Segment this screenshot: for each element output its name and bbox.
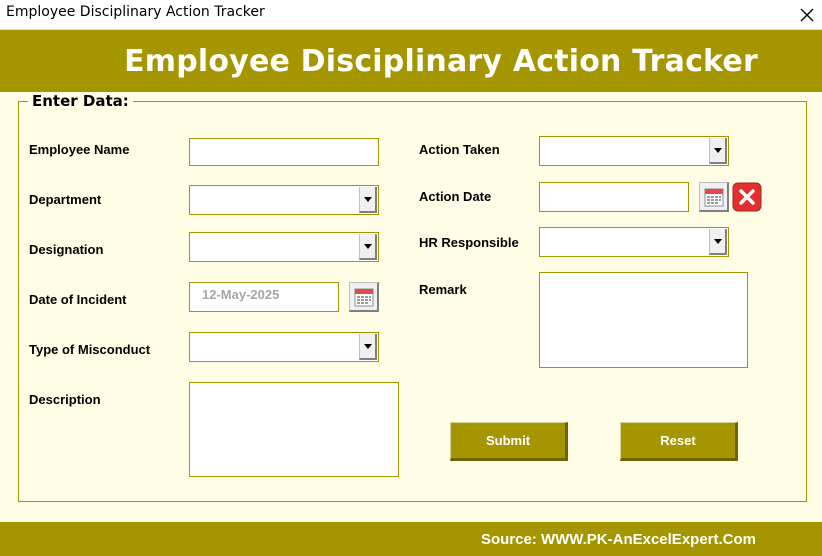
type-of-misconduct-label: Type of Misconduct — [29, 342, 151, 357]
action-taken-label: Action Taken — [419, 142, 500, 157]
chevron-down-icon — [713, 238, 722, 244]
chevron-down-icon — [713, 147, 722, 153]
submit-button[interactable]: Submit — [450, 422, 568, 461]
type-of-misconduct-dropdown[interactable] — [189, 332, 379, 362]
window-title: Employee Disciplinary Action Tracker — [6, 4, 265, 20]
type-of-misconduct-dropdown-arrow[interactable] — [359, 334, 377, 360]
chevron-down-icon — [363, 343, 372, 349]
remark-textarea[interactable] — [539, 272, 748, 368]
employee-name-label: Employee Name — [29, 142, 130, 157]
action-date-input[interactable] — [539, 182, 689, 212]
description-textarea[interactable] — [189, 382, 399, 477]
close-icon — [800, 8, 814, 22]
hr-responsible-label: HR Responsible — [419, 235, 519, 250]
page-title: Employee Disciplinary Action Tracker — [124, 43, 758, 79]
designation-dropdown[interactable] — [189, 232, 379, 262]
remark-label: Remark — [419, 282, 467, 297]
employee-name-input[interactable] — [189, 138, 379, 166]
description-label: Description — [29, 392, 101, 407]
hr-responsible-dropdown-arrow[interactable] — [709, 229, 727, 255]
designation-label: Designation — [29, 242, 104, 257]
close-button[interactable] — [792, 0, 822, 30]
footer-bar: Source: WWW.PK-AnExcelExpert.Com — [0, 522, 822, 556]
date-of-incident-label: Date of Incident — [29, 292, 127, 307]
hr-responsible-dropdown[interactable] — [539, 227, 729, 257]
department-label: Department — [29, 192, 102, 207]
frame-legend: Enter Data: — [28, 92, 133, 110]
department-dropdown[interactable] — [189, 185, 379, 215]
calendar-icon — [354, 288, 373, 306]
chevron-down-icon — [363, 243, 372, 249]
date-of-incident-input[interactable]: 12-May-2025 — [189, 282, 339, 312]
calendar-icon — [704, 188, 723, 206]
action-taken-dropdown[interactable] — [539, 136, 729, 166]
action-date-calendar-button[interactable] — [699, 182, 729, 212]
action-date-clear-button[interactable] — [732, 182, 762, 212]
designation-dropdown-arrow[interactable] — [359, 234, 377, 260]
department-dropdown-arrow[interactable] — [359, 187, 377, 213]
clear-x-icon — [732, 182, 762, 212]
action-date-label: Action Date — [419, 189, 492, 204]
window-titlebar: Employee Disciplinary Action Tracker — [0, 0, 822, 30]
date-of-incident-calendar-button[interactable] — [349, 282, 379, 312]
chevron-down-icon — [363, 196, 372, 202]
action-taken-dropdown-arrow[interactable] — [709, 138, 727, 164]
header-banner: Employee Disciplinary Action Tracker — [0, 30, 822, 92]
reset-button[interactable]: Reset — [620, 422, 738, 461]
source-text: Source: WWW.PK-AnExcelExpert.Com — [480, 530, 756, 548]
